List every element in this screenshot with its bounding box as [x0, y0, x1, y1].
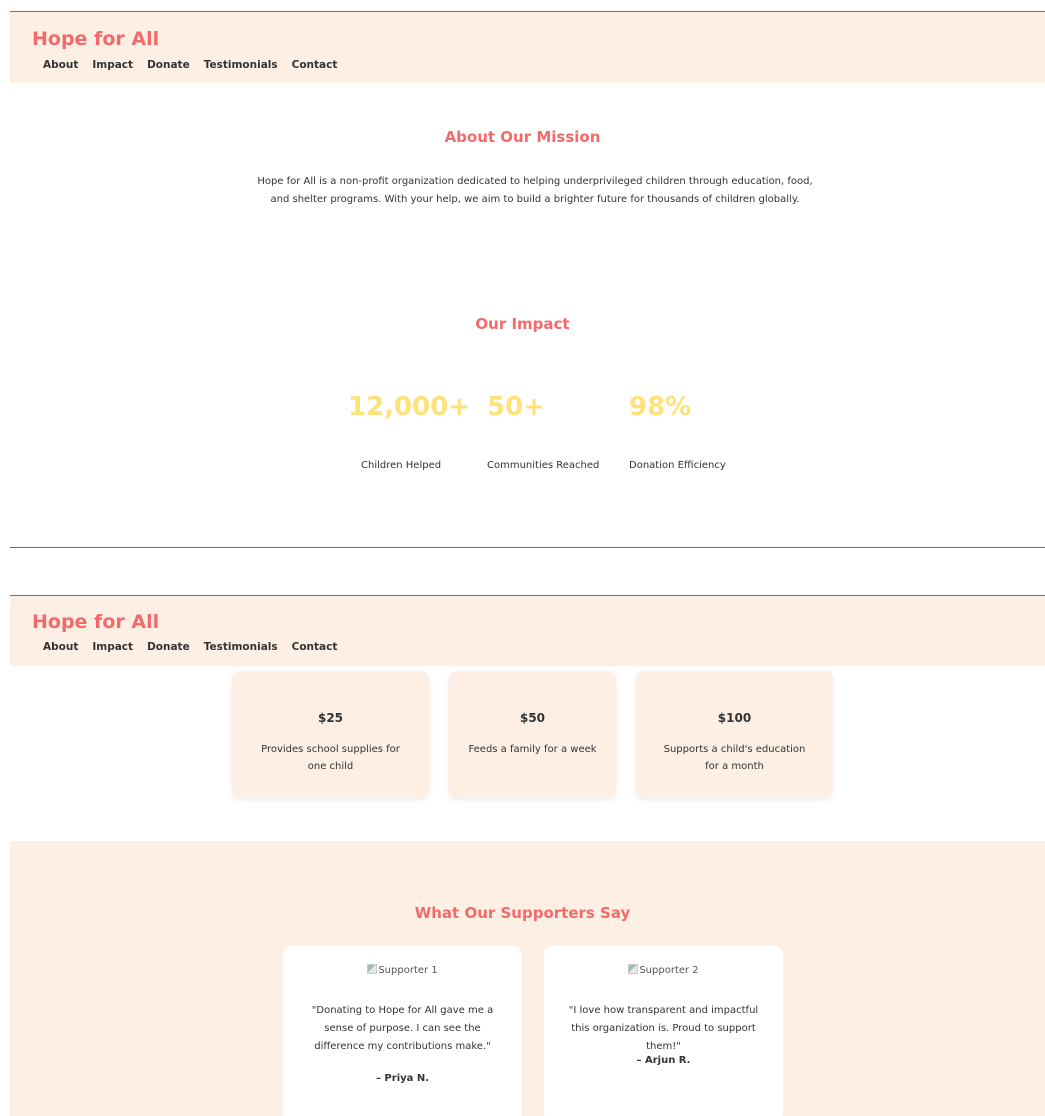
donation-amount: $50	[519, 711, 546, 725]
nav-item-impact[interactable]: Impact	[92, 59, 133, 71]
donation-description: Provides school supplies for one child	[261, 744, 400, 772]
about-title: About Our Mission	[444, 128, 601, 146]
stat-label-communities: Communities Reached	[487, 460, 600, 471]
donation-tier-card[interactable]: $50 Feeds a family for a week	[449, 671, 616, 798]
nav-item-donate[interactable]: Donate	[147, 641, 190, 653]
testimonial-card: Supporter 2 "I love how transparent and …	[544, 946, 783, 1116]
stat-label-efficiency: Donation Efficiency	[629, 460, 726, 471]
main-nav: About Impact Donate Testimonials Contact	[43, 59, 351, 71]
donation-description: Feeds a family for a week	[468, 744, 597, 755]
nav-item-about[interactable]: About	[43, 59, 78, 71]
site-header-sticky: Hope for All About Impact Donate Testimo…	[10, 596, 1045, 666]
page: Hope for All About Impact Donate Testimo…	[0, 0, 1045, 1116]
broken-image-icon	[367, 964, 378, 974]
nav-item-about[interactable]: About	[43, 641, 78, 653]
nav-item-contact[interactable]: Contact	[292, 641, 338, 653]
donation-tier-card[interactable]: $25 Provides school supplies for one chi…	[232, 671, 429, 798]
nav-item-testimonials[interactable]: Testimonials	[204, 59, 278, 71]
supporter-avatar: Supporter 1	[283, 964, 522, 976]
brand-logo[interactable]: Hope for All	[32, 28, 159, 50]
donation-amount: $100	[717, 711, 752, 725]
stat-value-efficiency: 98%	[629, 392, 692, 422]
stat-value-communities: 50+	[487, 392, 545, 422]
nav-item-testimonials[interactable]: Testimonials	[204, 641, 278, 653]
site-header: Hope for All About Impact Donate Testimo…	[10, 12, 1045, 83]
about-text: Hope for All is a non-profit organizatio…	[257, 176, 813, 205]
donation-tier-card[interactable]: $100 Supports a child's education for a …	[636, 671, 833, 798]
testimonials-section	[10, 841, 1045, 1116]
broken-image-icon	[628, 964, 639, 974]
main-nav: About Impact Donate Testimonials Contact	[43, 641, 351, 653]
testimonial-author: – Priya N.	[375, 1073, 430, 1084]
testimonial-quote: "I love how transparent and impactful th…	[568, 1005, 759, 1052]
impact-title: Our Impact	[475, 315, 570, 333]
supporter-avatar: Supporter 2	[544, 964, 783, 976]
testimonial-author: – Arjun R.	[636, 1055, 691, 1066]
supporter-image-alt: Supporter 2	[639, 965, 699, 976]
section-divider	[10, 547, 1045, 548]
stat-label-children: Children Helped	[361, 460, 442, 471]
testimonials-title: What Our Supporters Say	[414, 904, 631, 922]
testimonial-quote: "Donating to Hope for All gave me a sens…	[311, 1005, 494, 1052]
nav-item-contact[interactable]: Contact	[292, 59, 338, 71]
donation-amount: $25	[317, 711, 344, 725]
testimonial-card: Supporter 1 "Donating to Hope for All ga…	[283, 946, 522, 1116]
donation-description: Supports a child's education for a month	[663, 744, 806, 772]
brand-logo[interactable]: Hope for All	[32, 611, 159, 633]
nav-item-donate[interactable]: Donate	[147, 59, 190, 71]
nav-item-impact[interactable]: Impact	[92, 641, 133, 653]
supporter-image-alt: Supporter 1	[378, 965, 438, 976]
stat-value-children: 12,000+	[348, 392, 471, 422]
